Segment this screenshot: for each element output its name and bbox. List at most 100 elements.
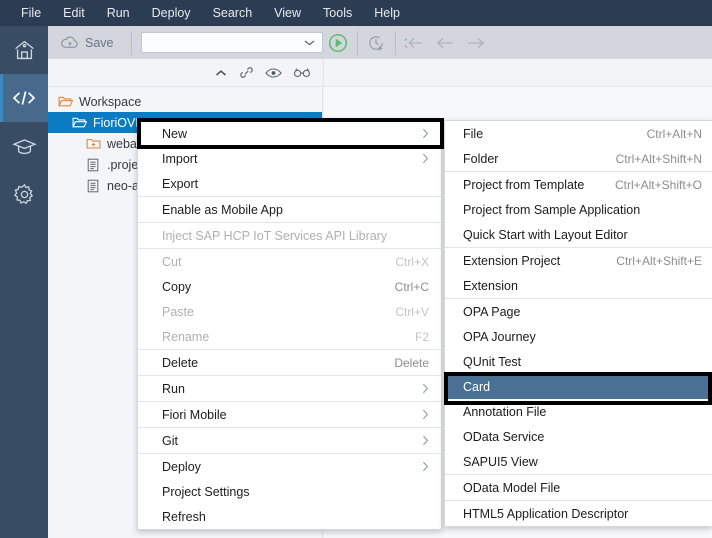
glasses-icon[interactable] <box>293 67 311 79</box>
submenu-item-card[interactable]: Card <box>445 374 712 399</box>
run-history-button[interactable] <box>361 27 392 58</box>
menu-item-label: Paste <box>162 304 194 319</box>
menu-item-label: Import <box>162 151 198 166</box>
main-menu-bar: File Edit Run Deploy Search View Tools Help <box>0 0 712 26</box>
link-icon[interactable] <box>239 65 254 80</box>
rail-item-code[interactable] <box>0 74 48 122</box>
context-menu-item-paste: Paste Ctrl+V <box>138 299 441 324</box>
submenu-item-html5-application-descriptor[interactable]: HTML5 Application Descriptor <box>445 501 712 526</box>
menu-item-label: Enable as Mobile App <box>162 202 283 217</box>
run-configuration-select[interactable] <box>140 32 323 53</box>
submenu-item-file[interactable]: File Ctrl+Alt+N <box>445 121 712 146</box>
menu-item-label: Cut <box>162 254 182 269</box>
toolbar-pane-divider <box>323 59 324 86</box>
menu-item-file[interactable]: File <box>10 0 52 26</box>
run-button[interactable] <box>323 27 354 58</box>
run-play-icon <box>327 32 349 54</box>
menu-item-label: OPA Page <box>463 304 521 319</box>
rail-item-graduation-cap[interactable] <box>0 122 48 170</box>
submenu-item-qunit-test[interactable]: QUnit Test <box>445 349 712 374</box>
step-forward-button[interactable] <box>461 27 492 58</box>
context-menu-item-cut: Cut Ctrl+X <box>138 249 441 274</box>
context-menu-item-new[interactable]: New <box>138 121 441 146</box>
tree-item-label: Workspace <box>79 94 142 109</box>
rail-item-home[interactable] <box>0 26 48 74</box>
menu-item-label: Project from Template <box>463 177 585 192</box>
menu-item-label: OData Service <box>463 429 545 444</box>
context-menu-item-inject-sap-hcp-iot-services-api-library: Inject SAP HCP IoT Services API Library <box>138 223 441 248</box>
file-icon <box>84 179 102 193</box>
submenu-item-opa-page[interactable]: OPA Page <box>445 299 712 324</box>
eye-icon[interactable] <box>265 67 282 79</box>
save-button[interactable]: Save <box>48 26 128 59</box>
save-label: Save <box>85 35 114 50</box>
context-menu-item-deploy[interactable]: Deploy <box>138 454 441 479</box>
graduation-cap-icon <box>11 137 37 156</box>
submenu-item-project-from-sample-application[interactable]: Project from Sample Application <box>445 197 712 222</box>
submenu-item-quick-start-with-layout-editor[interactable]: Quick Start with Layout Editor <box>445 222 712 247</box>
editor-toolbar: Save <box>48 26 712 59</box>
context-menu-item-project-settings[interactable]: Project Settings <box>138 479 441 504</box>
chevron-right-icon <box>422 383 429 394</box>
context-menu-item-copy[interactable]: Copy Ctrl+C <box>138 274 441 299</box>
sap-web-ide-window: File Edit Run Deploy Search View Tools Help Sav… <box>0 0 712 538</box>
toolbar-separator-3 <box>394 30 396 55</box>
submenu-item-project-from-template[interactable]: Project from Template Ctrl+Alt+Shift+O <box>445 172 712 197</box>
menu-item-shortcut: Ctrl+V <box>395 304 429 319</box>
cloud-save-icon <box>60 35 79 50</box>
menu-item-label: QUnit Test <box>463 354 522 369</box>
menu-item-shortcut: Delete <box>394 355 429 370</box>
submenu-item-extension[interactable]: Extension <box>445 273 712 298</box>
menu-item-label: Extension <box>463 278 518 293</box>
menu-item-shortcut: Ctrl+X <box>395 254 429 269</box>
step-back-button[interactable] <box>430 27 461 58</box>
context-menu-item-fiori-mobile[interactable]: Fiori Mobile <box>138 402 441 427</box>
menu-item-edit[interactable]: Edit <box>52 0 96 26</box>
chevron-right-icon <box>422 409 429 420</box>
context-menu-item-enable-as-mobile-app[interactable]: Enable as Mobile App <box>138 197 441 222</box>
chevron-right-icon <box>422 435 429 446</box>
submenu-item-odata-service[interactable]: OData Service <box>445 424 712 449</box>
chevron-up-icon[interactable] <box>214 68 228 78</box>
submenu-item-sapui5-view[interactable]: SAPUI5 View <box>445 449 712 474</box>
submenu-item-odata-model-file[interactable]: OData Model File <box>445 475 712 500</box>
chevron-right-icon <box>422 153 429 164</box>
menu-item-deploy[interactable]: Deploy <box>141 0 202 26</box>
submenu-item-annotation-file[interactable]: Annotation File <box>445 399 712 424</box>
context-menu-item-delete[interactable]: Delete Delete <box>138 350 441 375</box>
rail-item-gear[interactable] <box>0 170 48 218</box>
menu-item-help[interactable]: Help <box>363 0 411 26</box>
menu-item-label: Inject SAP HCP IoT Services API Library <box>162 228 388 243</box>
submenu-item-folder[interactable]: Folder Ctrl+Alt+Shift+N <box>445 146 712 171</box>
submenu-item-extension-project[interactable]: Extension Project Ctrl+Alt+Shift+E <box>445 248 712 273</box>
toolbar-separator-2 <box>356 30 358 55</box>
folder-open-white-icon <box>70 116 88 129</box>
arrow-right-icon <box>465 35 487 51</box>
menu-item-label: SAPUI5 View <box>463 454 538 469</box>
step-into-icon <box>403 35 425 51</box>
menu-item-search[interactable]: Search <box>202 0 264 26</box>
home-icon <box>13 39 36 61</box>
tree-item-workspace[interactable]: Workspace <box>48 91 322 112</box>
menu-item-label: Quick Start with Layout Editor <box>463 227 628 242</box>
menu-item-label: Delete <box>162 355 199 370</box>
new-submenu: File Ctrl+Alt+N Folder Ctrl+Alt+Shift+N Proj… <box>444 120 712 527</box>
menu-item-run[interactable]: Run <box>96 0 141 26</box>
menu-item-shortcut: Ctrl+Alt+Shift+E <box>616 253 702 268</box>
context-menu-item-run[interactable]: Run <box>138 376 441 401</box>
menu-item-tools[interactable]: Tools <box>312 0 363 26</box>
submenu-item-opa-journey[interactable]: OPA Journey <box>445 324 712 349</box>
menu-item-label: OPA Journey <box>463 329 536 344</box>
menu-item-label: Project Settings <box>162 484 250 499</box>
chevron-right-icon <box>422 461 429 472</box>
menu-item-label: Folder <box>463 151 499 166</box>
step-into-button[interactable] <box>399 27 430 58</box>
chevron-right-icon <box>422 128 429 139</box>
menu-item-label: Copy <box>162 279 192 294</box>
context-menu-item-git[interactable]: Git <box>138 428 441 453</box>
menu-item-view[interactable]: View <box>263 0 312 26</box>
context-menu-item-import[interactable]: Import <box>138 146 441 171</box>
context-menu-item-export[interactable]: Export <box>138 171 441 196</box>
menu-item-shortcut: Ctrl+Alt+Shift+O <box>614 177 702 192</box>
context-menu-item-refresh[interactable]: Refresh <box>138 504 441 529</box>
